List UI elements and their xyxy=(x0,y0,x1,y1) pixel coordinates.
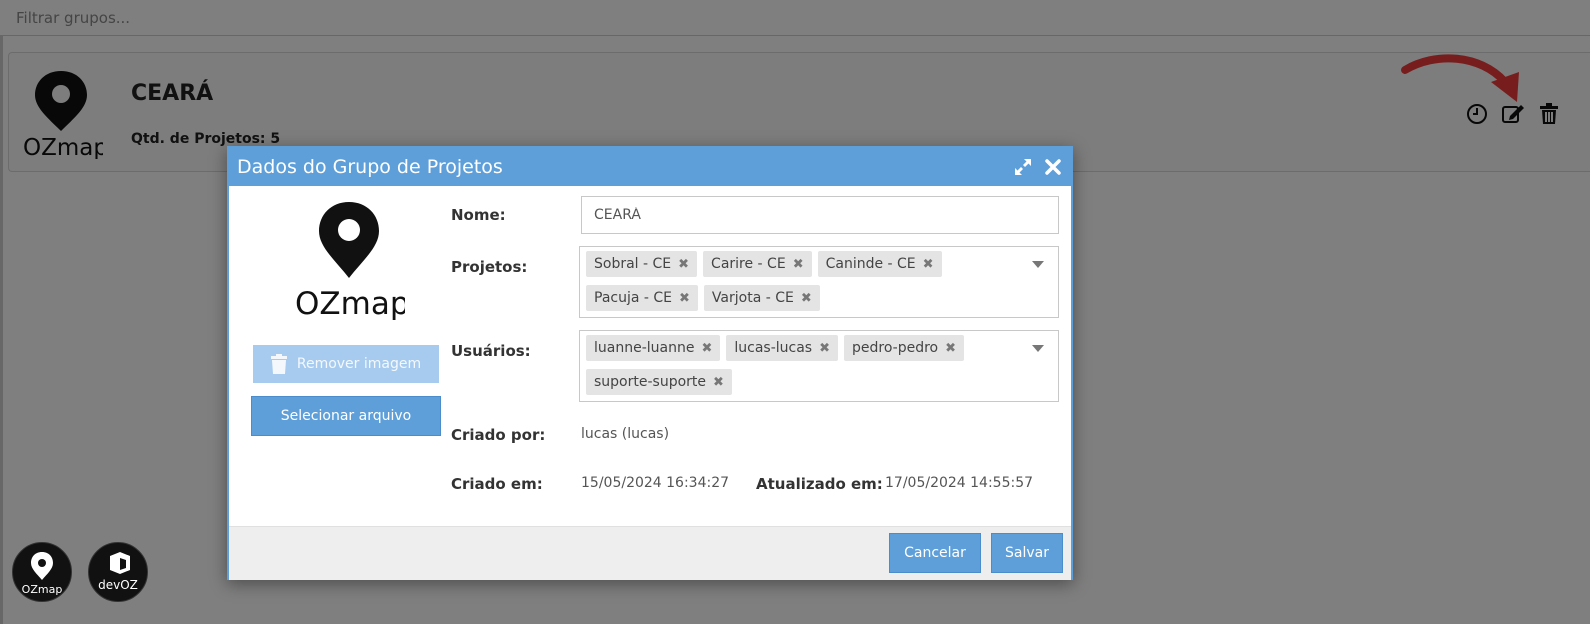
user-tag: suporte-suporte ✖ xyxy=(586,369,732,395)
remove-tag-icon[interactable]: ✖ xyxy=(678,257,689,272)
dialog-header: Dados do Grupo de Projetos xyxy=(229,148,1071,186)
select-file-button[interactable]: Selecionar arquivo xyxy=(251,396,441,436)
projects-label: Projetos: xyxy=(451,258,528,276)
remove-tag-icon[interactable]: ✖ xyxy=(945,341,956,356)
remove-image-label: Remover imagem xyxy=(296,356,422,372)
trash-icon xyxy=(270,354,287,374)
remove-tag-icon[interactable]: ✖ xyxy=(801,291,812,306)
bottom-badges: OZmap devOZ xyxy=(12,542,148,602)
dialog-header-actions xyxy=(1013,157,1063,177)
project-tag: Carire - CE ✖ xyxy=(703,251,812,277)
name-input[interactable] xyxy=(581,196,1059,234)
user-tag: luanne-luanne ✖ xyxy=(586,335,721,361)
updated-at-label: Atualizado em: xyxy=(756,475,883,493)
project-tag: Pacuja - CE ✖ xyxy=(586,285,698,311)
remove-tag-icon[interactable]: ✖ xyxy=(701,341,712,356)
project-group-dialog: Dados do Grupo de Projetos OZmap Remover… xyxy=(227,146,1073,580)
remove-tag-icon[interactable]: ✖ xyxy=(679,291,690,306)
close-icon[interactable] xyxy=(1043,157,1063,177)
created-by-value: lucas (lucas) xyxy=(581,426,670,442)
remove-image-button[interactable]: Remover imagem xyxy=(253,345,439,383)
dialog-footer: Cancelar Salvar xyxy=(229,526,1071,580)
user-tag: pedro-pedro ✖ xyxy=(844,335,965,361)
remove-tag-icon[interactable]: ✖ xyxy=(819,341,830,356)
projects-multiselect[interactable]: Sobral - CE ✖ Carire - CE ✖ Caninde - CE ✖ … xyxy=(579,246,1059,318)
save-button[interactable]: Salvar xyxy=(991,533,1063,573)
group-image-preview: OZmap xyxy=(295,202,405,320)
svg-text:OZmap: OZmap xyxy=(295,286,405,320)
project-tag: Caninde - CE ✖ xyxy=(817,251,942,277)
chevron-down-icon[interactable] xyxy=(1032,261,1044,268)
created-by-label: Criado por: xyxy=(451,426,546,444)
project-tag: Sobral - CE ✖ xyxy=(586,251,698,277)
created-at-label: Criado em: xyxy=(451,475,543,493)
users-multiselect[interactable]: luanne-luanne ✖ lucas-lucas ✖ pedro-pedro ✖… xyxy=(579,330,1059,402)
remove-tag-icon[interactable]: ✖ xyxy=(793,257,804,272)
updated-at-value: 17/05/2024 14:55:57 xyxy=(885,475,1034,491)
created-at-value: 15/05/2024 16:34:27 xyxy=(581,475,730,491)
remove-tag-icon[interactable]: ✖ xyxy=(713,375,724,390)
name-label: Nome: xyxy=(451,206,506,224)
remove-tag-icon[interactable]: ✖ xyxy=(923,257,934,272)
dialog-title: Dados do Grupo de Projetos xyxy=(237,156,503,178)
cancel-button[interactable]: Cancelar xyxy=(889,533,981,573)
expand-icon[interactable] xyxy=(1013,157,1033,177)
chevron-down-icon[interactable] xyxy=(1032,345,1044,352)
devoz-badge[interactable]: devOZ xyxy=(88,542,148,602)
project-tag: Varjota - CE ✖ xyxy=(703,285,820,311)
svg-text:devOZ: devOZ xyxy=(98,578,138,592)
svg-text:OZmap: OZmap xyxy=(22,583,63,596)
ozmap-badge[interactable]: OZmap xyxy=(12,542,72,602)
user-tag: lucas-lucas ✖ xyxy=(726,335,838,361)
users-label: Usuários: xyxy=(451,342,531,360)
